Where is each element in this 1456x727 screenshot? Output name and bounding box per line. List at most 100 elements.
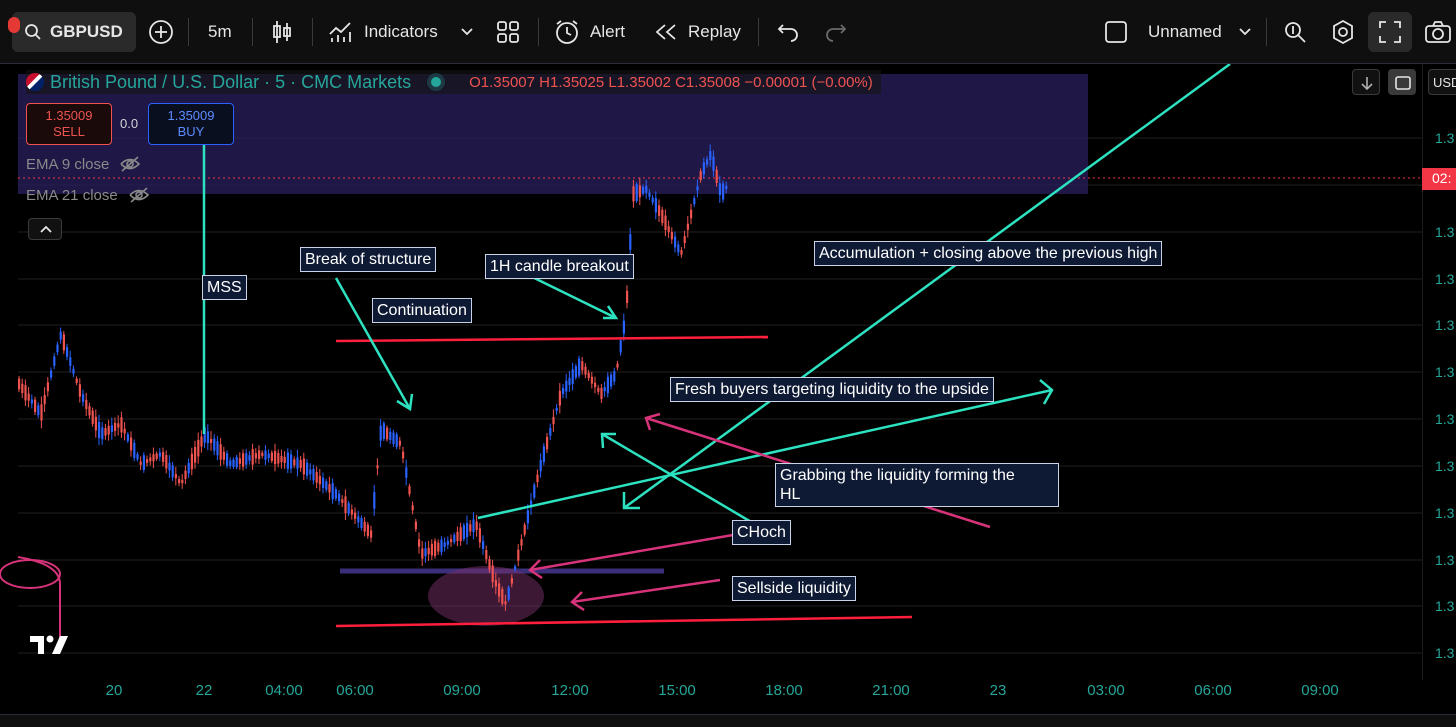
price-tick-label: 1.3: [1435, 317, 1455, 333]
candle-body: [667, 226, 670, 233]
settings-button[interactable]: [1330, 12, 1356, 52]
compare-symbol-button[interactable]: [148, 12, 174, 52]
candle-body: [322, 477, 325, 489]
symbol-search-button[interactable]: GBPUSD: [8, 12, 136, 52]
candle-body: [325, 481, 328, 490]
sell-button[interactable]: 1.35009 SELL: [26, 103, 112, 145]
candle-body: [184, 470, 187, 479]
candle-body: [21, 383, 24, 393]
auto-scale-button[interactable]: [1388, 69, 1416, 95]
candle-body: [222, 451, 225, 460]
price-chart[interactable]: [0, 64, 1422, 680]
candle-body: [629, 234, 632, 250]
candle-body: [232, 459, 235, 467]
buy-button[interactable]: 1.35009 BUY: [148, 103, 234, 145]
layouts-button[interactable]: [496, 12, 520, 52]
annotation-choch[interactable]: CHoch: [732, 520, 791, 545]
undo-button[interactable]: [776, 12, 800, 52]
annotation-break-of-structure[interactable]: Break of structure: [300, 247, 437, 272]
annotation-sellside-liquidity[interactable]: Sellside liquidity: [732, 576, 856, 601]
candle-body: [200, 436, 203, 447]
fullscreen-button[interactable]: [1368, 12, 1412, 52]
chart-canvas[interactable]: [0, 64, 1456, 680]
annotation-1h-breakout[interactable]: 1H candle breakout: [485, 254, 634, 279]
candle-body: [392, 432, 395, 444]
candle-body: [459, 527, 462, 542]
indicators-dropdown[interactable]: [460, 12, 474, 52]
indicators-button[interactable]: Indicators: [328, 12, 438, 52]
layout-name-button[interactable]: Unnamed: [1104, 12, 1222, 52]
indicator-ema9[interactable]: EMA 9 close: [26, 155, 141, 173]
candle-body: [318, 475, 321, 485]
candle-body: [526, 510, 529, 524]
candle-body: [210, 438, 213, 443]
candle-body: [549, 427, 552, 436]
redo-button[interactable]: [824, 12, 848, 52]
candle-body: [344, 496, 347, 514]
chart-type-button[interactable]: [270, 12, 294, 52]
indicator-ema21[interactable]: EMA 21 close: [26, 186, 150, 204]
candle-body: [709, 151, 712, 160]
candle-body: [690, 209, 693, 219]
candle-body: [251, 449, 254, 465]
candle-body: [85, 399, 88, 409]
candle-body: [664, 215, 667, 231]
candle-body: [123, 428, 126, 434]
time-tick-label: 04:00: [265, 682, 303, 699]
snapshot-button[interactable]: [1424, 12, 1452, 52]
candle-body: [680, 250, 683, 255]
candle-body: [152, 454, 155, 462]
candle-body: [261, 452, 264, 456]
quick-search-button[interactable]: [1282, 12, 1308, 52]
layout-dropdown[interactable]: [1238, 12, 1252, 52]
candle-body: [494, 580, 497, 587]
candle-body: [718, 183, 721, 196]
candle-body: [306, 462, 309, 476]
time-tick-label: 03:00: [1087, 682, 1125, 699]
tradingview-logo[interactable]: [30, 634, 70, 656]
candle-body: [98, 422, 101, 438]
candle-body: [296, 457, 299, 469]
annotation-line: Grabbing the liquidity forming the: [780, 467, 1015, 484]
toolbar-divider: [538, 18, 539, 46]
candle-body: [219, 444, 222, 460]
candle-body: [62, 334, 65, 351]
candle-body: [693, 198, 696, 205]
redo-icon: [826, 24, 847, 42]
annotation-mss[interactable]: MSS: [202, 275, 247, 300]
candle-body: [408, 486, 411, 495]
time-tick-label: 06:00: [1194, 682, 1232, 699]
candle-body: [139, 461, 142, 465]
candle-body: [661, 209, 664, 224]
candle-body: [456, 531, 459, 542]
annotation-accumulation[interactable]: Accumulation + closing above the previou…: [814, 241, 1163, 266]
candle-body: [478, 528, 481, 543]
alert-button[interactable]: Alert: [554, 12, 625, 52]
price-scale[interactable]: 1.31.31.31.31.31.31.31.31.31.31.31.3: [1422, 64, 1456, 680]
eye-off-icon[interactable]: [128, 186, 150, 204]
time-tick-label: 23: [989, 682, 1007, 699]
eye-off-icon[interactable]: [119, 155, 141, 173]
annotation-fresh-buyers[interactable]: Fresh buyers targeting liquidity to the …: [670, 377, 994, 402]
alarm-clock-icon: [556, 20, 578, 44]
replay-button[interactable]: Replay: [654, 12, 741, 52]
candle-body: [136, 454, 139, 460]
candle-body: [485, 549, 488, 560]
currency-selector[interactable]: USD: [1428, 69, 1456, 95]
collapse-legend-button[interactable]: [28, 218, 62, 240]
candle-body: [197, 439, 200, 457]
time-axis[interactable]: 20 22 04:00 06:00 09:00 12:00 15:00 18:00 21:00 2…: [0, 680, 1456, 714]
symbol-title[interactable]: British Pound / U.S. Dollar · 5 · CMC Ma…: [50, 72, 411, 93]
candle-body: [523, 524, 526, 535]
candle-body: [133, 442, 136, 458]
candle-body: [110, 425, 113, 432]
annotation-continuation[interactable]: Continuation: [372, 298, 472, 323]
candle-body: [587, 372, 590, 379]
candle-body: [398, 440, 401, 446]
annotation-grabbing-liquidity[interactable]: Grabbing the liquidity forming the HL: [775, 463, 1059, 507]
scroll-to-latest-button[interactable]: [1352, 69, 1380, 95]
candle-body: [421, 548, 424, 559]
interval-button[interactable]: 5m: [208, 12, 232, 52]
alert-label: Alert: [590, 22, 625, 41]
candle-body: [517, 549, 520, 561]
